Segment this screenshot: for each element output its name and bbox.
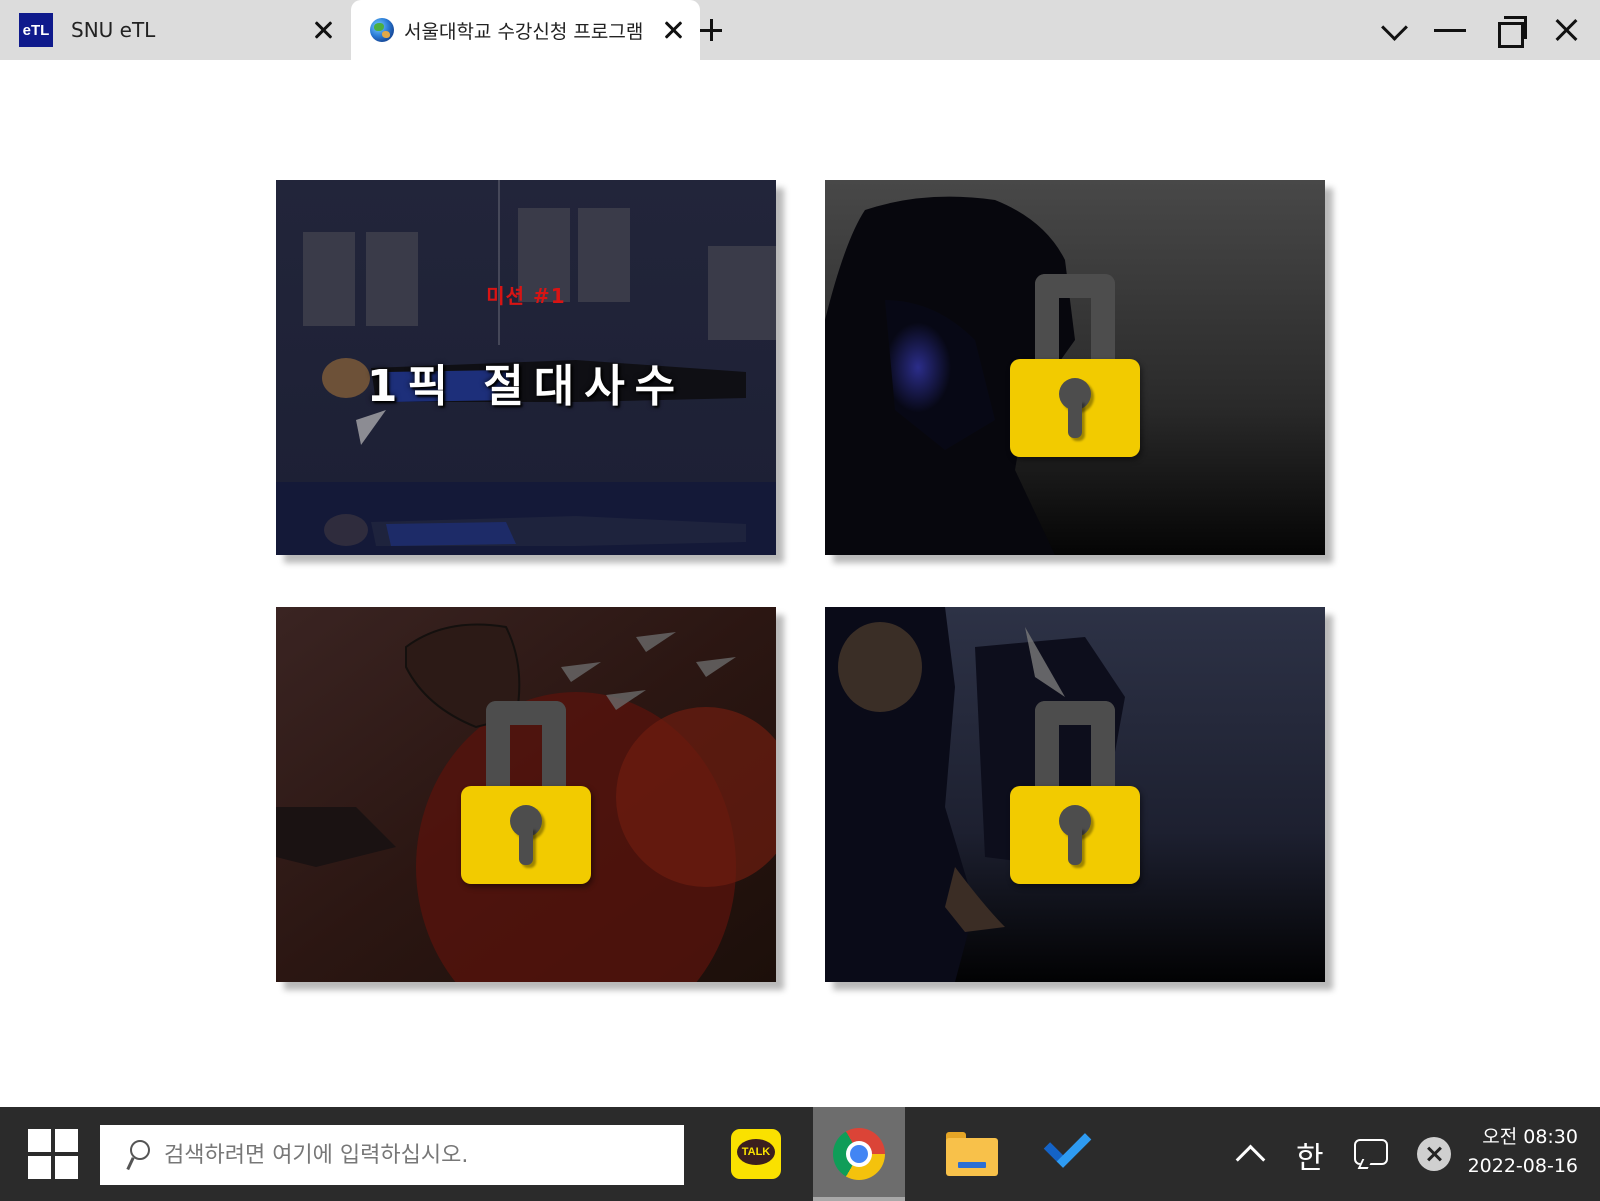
mission-card-1[interactable]: 미션 #1 1픽 절대사수 <box>276 180 776 555</box>
close-circle-icon[interactable] <box>1417 1137 1451 1171</box>
search-input[interactable] <box>164 1142 664 1168</box>
tab-title: 서울대학교 수강신청 프로그램 <box>404 20 644 43</box>
mission-number-label: 미션 #1 <box>486 284 566 308</box>
clock-date: 2022-08-16 <box>1467 1155 1578 1177</box>
clock-time: 오전 08:30 <box>1482 1126 1578 1148</box>
minimize-icon[interactable] <box>1432 12 1468 48</box>
maximize-icon[interactable] <box>1492 12 1528 48</box>
tab-title: SNU eTL <box>71 18 156 42</box>
show-hidden-icons-chevron-up-icon[interactable] <box>1232 1139 1268 1169</box>
tab-snu-etl[interactable]: eTL SNU eTL <box>0 0 350 60</box>
close-window-icon[interactable] <box>1548 12 1584 48</box>
mission-card-4-locked[interactable] <box>825 607 1325 982</box>
chevron-down-icon[interactable] <box>1376 12 1412 48</box>
globe-icon <box>370 18 394 42</box>
lock-icon <box>461 701 591 886</box>
folder-icon <box>946 1132 998 1176</box>
tab-course-registration[interactable]: 서울대학교 수강신청 프로그램 <box>351 0 700 60</box>
mission-title: 1픽 절대사수 <box>366 361 686 412</box>
etl-favicon-icon: eTL <box>19 13 53 47</box>
mission-card-3-locked[interactable] <box>276 607 776 982</box>
taskbar-app-chrome[interactable] <box>813 1107 905 1201</box>
kakaotalk-icon: TALK <box>731 1129 781 1179</box>
close-tab-icon[interactable] <box>660 17 686 43</box>
windows-start-icon[interactable] <box>28 1129 78 1179</box>
taskbar-app-file-explorer[interactable] <box>926 1107 1018 1201</box>
taskbar-app-kakaotalk[interactable]: TALK <box>710 1107 802 1201</box>
new-tab-plus-icon[interactable] <box>698 17 724 43</box>
taskbar-app-todo[interactable] <box>1020 1107 1112 1201</box>
taskbar-search-box[interactable] <box>100 1125 684 1185</box>
search-icon <box>122 1138 152 1172</box>
mission-card-2-locked[interactable] <box>825 180 1325 555</box>
browser-tab-bar: eTL SNU eTL 서울대학교 수강신청 프로그램 <box>0 0 1600 60</box>
close-tab-icon[interactable] <box>310 17 336 43</box>
system-clock[interactable]: 오전 08:30 2022-08-16 <box>1468 1123 1578 1181</box>
input-method-indicator[interactable]: 한 <box>1296 1133 1324 1177</box>
chrome-icon <box>833 1128 885 1180</box>
chat-bubble-icon[interactable] <box>1352 1137 1388 1171</box>
windows-taskbar: TALK 한 오전 08:30 2022-08-16 <box>0 1107 1600 1201</box>
lock-icon <box>1010 701 1140 886</box>
checkmark-icon <box>1040 1134 1092 1174</box>
lock-icon <box>1010 274 1140 459</box>
